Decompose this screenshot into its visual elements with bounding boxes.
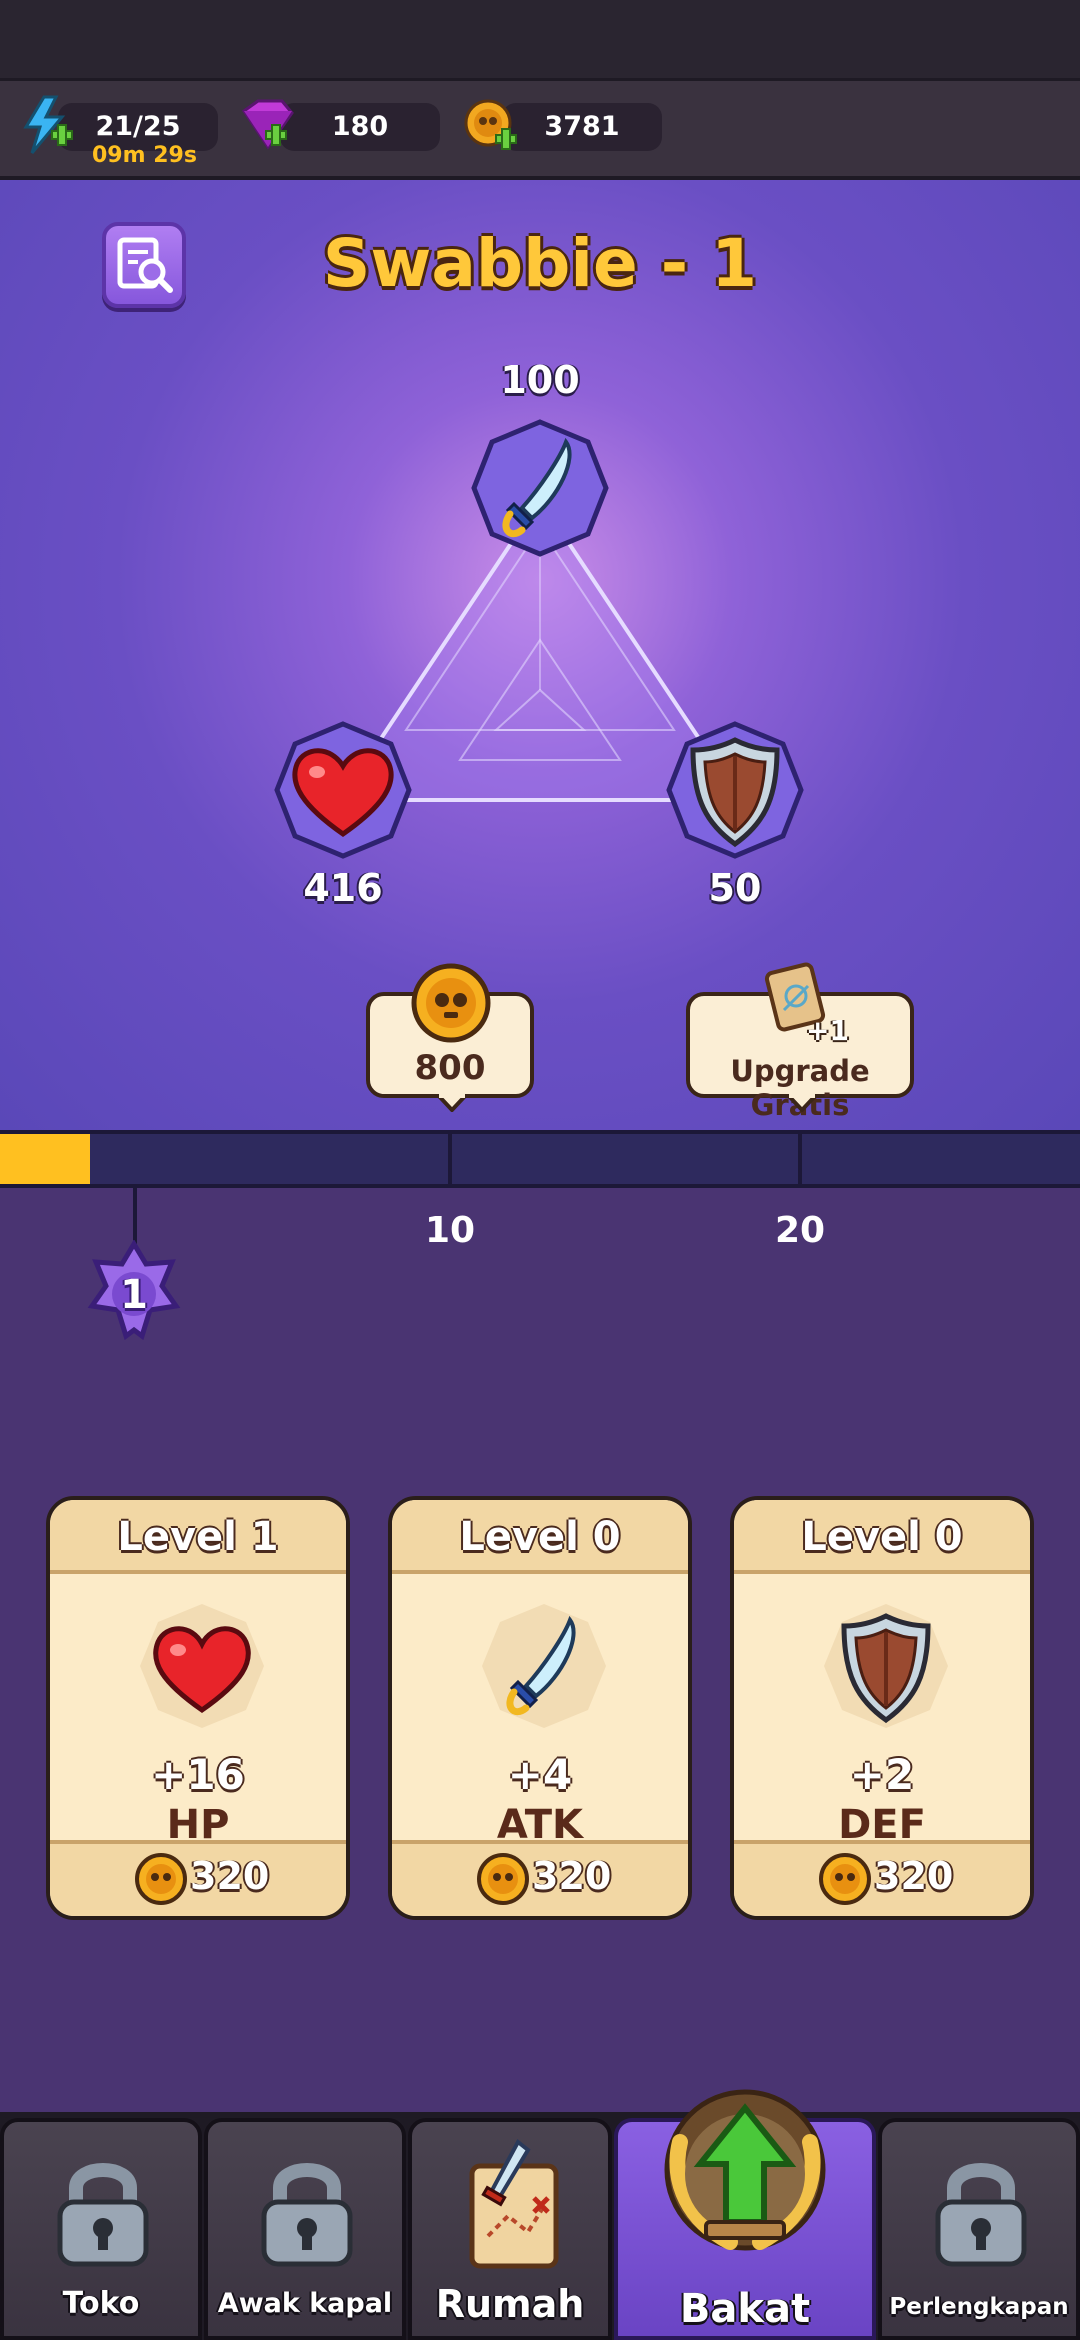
resource-bar: 21/25 09m 29s 180 3781 [0, 78, 1080, 180]
nav-label: Toko [62, 2286, 140, 2321]
heart-icon [140, 1604, 264, 1728]
nav-label: Bakat [679, 2286, 811, 2332]
energy-value: 21/25 [95, 111, 181, 142]
skull-coin-icon[interactable] [462, 97, 522, 157]
gems-pill[interactable]: 180 [280, 103, 440, 151]
card-cost-bar[interactable]: 320 [50, 1840, 346, 1916]
milestone-label: 20 [774, 1210, 826, 1251]
card-level: Level 1 [50, 1500, 346, 1574]
level-progress-track [0, 1130, 1080, 1188]
card-bonus: +2 [849, 1750, 915, 1799]
bubble-pointer [437, 1094, 467, 1112]
coin-upgrade-cost: 800 [414, 1048, 486, 1088]
treasure-map-icon [469, 2138, 559, 2269]
nav-tab-crew[interactable]: Awak kapal [204, 2118, 406, 2340]
nav-label: Awak kapal [217, 2288, 393, 2319]
padlock-icon [935, 2163, 1027, 2267]
shield-icon [824, 1604, 948, 1728]
card-cost: 320 [874, 1854, 954, 1898]
skull-coin-icon [819, 1853, 871, 1905]
nav-label: Perlengkapan [889, 2294, 1069, 2320]
level-marker-line [133, 1188, 137, 1244]
free-scroll-count: +1 [806, 1014, 849, 1047]
shield-icon[interactable] [665, 720, 805, 860]
milestone-label: 10 [424, 1210, 476, 1251]
hp-upgrade-card[interactable]: Level 1 +16 HP 320 [46, 1496, 350, 1920]
padlock-icon [57, 2163, 149, 2267]
def-upgrade-card[interactable]: Level 0 +2 DEF 320 [730, 1496, 1034, 1920]
padlock-icon [261, 2163, 353, 2267]
current-level: 1 [120, 1272, 148, 1318]
atk-upgrade-card[interactable]: Level 0 +4 ATK 320 [388, 1496, 692, 1920]
milestone-tick [448, 1134, 452, 1184]
card-cost-bar[interactable]: 320 [734, 1840, 1030, 1916]
sword-icon[interactable] [470, 418, 610, 558]
nav-tab-home[interactable]: Rumah [408, 2118, 612, 2340]
hero-title: Swabbie - 1 [322, 225, 758, 302]
card-bonus: +4 [507, 1750, 573, 1799]
nav-tab-equipment[interactable]: Perlengkapan [878, 2118, 1080, 2340]
card-cost-bar[interactable]: 320 [392, 1840, 688, 1916]
skull-coin-icon [477, 1853, 529, 1905]
heart-icon[interactable] [273, 720, 413, 860]
sword-icon [482, 1604, 606, 1728]
nav-tab-shop[interactable]: Toko [0, 2118, 202, 2340]
coins-value: 3781 [544, 111, 620, 142]
status-bar [0, 0, 1080, 78]
card-level: Level 0 [734, 1500, 1030, 1574]
card-cost: 320 [532, 1854, 612, 1898]
skull-coin-icon [411, 963, 491, 1043]
attack-value: 100 [500, 358, 580, 402]
bubble-pointer [787, 1094, 817, 1112]
health-value: 416 [303, 866, 383, 910]
gems-value: 180 [331, 111, 389, 142]
energy-timer: 09m 29s [92, 143, 197, 168]
card-cost: 320 [190, 1854, 270, 1898]
milestone-tick [798, 1134, 802, 1184]
card-bonus: +16 [151, 1750, 245, 1799]
nav-label: Rumah [435, 2282, 585, 2326]
purple-gem-icon[interactable] [238, 97, 298, 153]
level-progress-fill [0, 1134, 90, 1184]
skull-coin-icon [135, 1853, 187, 1905]
card-level: Level 0 [392, 1500, 688, 1574]
coins-pill[interactable]: 3781 [502, 103, 662, 151]
upgrade-arrow-icon [664, 2089, 826, 2251]
lightning-bolt-icon[interactable] [18, 95, 74, 155]
defense-value: 50 [708, 866, 762, 910]
